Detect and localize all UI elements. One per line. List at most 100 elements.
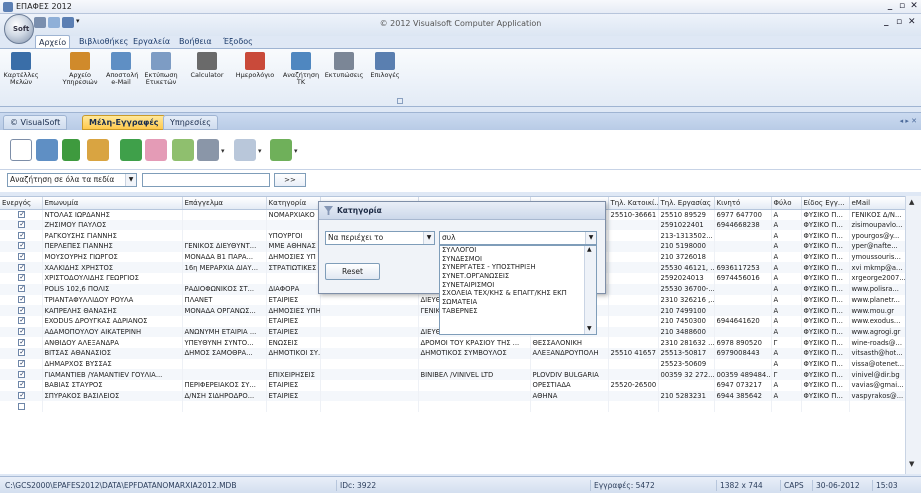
table-cell[interactable]: Α bbox=[771, 251, 802, 263]
table-cell[interactable]: 6979008443 bbox=[714, 347, 772, 359]
table-cell[interactable] bbox=[714, 294, 772, 306]
calculator-button[interactable]: Calculator bbox=[188, 52, 226, 79]
active-checkbox[interactable] bbox=[18, 305, 26, 315]
table-cell[interactable]: Α bbox=[771, 230, 802, 242]
table-cell[interactable]: ΔΗΜΟΣΙΕΣ ΥΠ bbox=[266, 251, 321, 263]
active-checkbox[interactable] bbox=[18, 316, 26, 325]
table-cell[interactable]: Α bbox=[771, 390, 802, 402]
table-cell[interactable]: ΔΙΑΦΟΡΑ bbox=[266, 283, 321, 295]
active-checkbox[interactable] bbox=[18, 230, 26, 240]
table-cell[interactable]: 6977 647700 bbox=[714, 209, 772, 220]
filter-value-input[interactable]: συλ ▼ bbox=[439, 231, 597, 245]
table-cell[interactable] bbox=[849, 401, 909, 413]
table-cell[interactable]: ΤΡΙΑΝΤΑΦΥΛΛΙΔΟΥ ΡΟΥΛΑ bbox=[42, 294, 183, 306]
table-cell[interactable]: ΣΤΡΑΤΙΩΤΙΚΕΣ bbox=[266, 262, 321, 274]
table-cell[interactable]: EXODUS ΔΡΟΥΓΚΑΣ ΑΔΡΙΑΝΟΣ bbox=[42, 315, 183, 327]
table-cell[interactable]: vavias@gmai... bbox=[849, 380, 909, 391]
table-cell[interactable]: ΡΑΓΚΟΥΣΗΣ ΓΙΑΝΝΗΣ bbox=[42, 230, 183, 242]
table-cell[interactable]: ΔΡΟΜΟΙ ΤΟΥ ΚΡΑΣΙΟΥ ΤΗΣ ... bbox=[418, 337, 531, 348]
active-checkbox-cell[interactable] bbox=[0, 241, 43, 252]
table-cell[interactable]: 6944 385642 bbox=[714, 390, 772, 402]
table-cell[interactable]: Δ/ΝΣΗ ΣΙΔΗΡΟΔΡΟ... bbox=[182, 390, 267, 402]
table-cell[interactable]: 210 7499100 bbox=[658, 305, 715, 316]
send-email-button[interactable]: Αποστολή e-Mail bbox=[106, 52, 138, 86]
scroll-down-icon[interactable]: ▼ bbox=[909, 460, 914, 468]
active-checkbox[interactable] bbox=[18, 262, 26, 272]
table-cell[interactable]: Α bbox=[771, 315, 802, 327]
table-cell[interactable] bbox=[320, 369, 419, 380]
active-checkbox-cell[interactable] bbox=[0, 262, 43, 274]
filter-operator-select[interactable]: Να περιέχει το ▼ bbox=[325, 231, 435, 245]
table-cell[interactable]: ΔΗΜΟΤΙΚΟΣ ΣΥΜΒΟΥΛΟΣ bbox=[418, 347, 531, 359]
table-cell[interactable] bbox=[714, 401, 772, 413]
table-cell[interactable] bbox=[182, 369, 267, 380]
table-cell[interactable] bbox=[771, 401, 802, 413]
table-cell[interactable]: 6936117253 bbox=[714, 262, 772, 274]
scroll-up-icon[interactable]: ▲ bbox=[909, 198, 914, 206]
tab-libraries[interactable]: Βιβλιοθήκες bbox=[76, 35, 131, 49]
table-cell[interactable] bbox=[266, 219, 321, 231]
active-checkbox[interactable] bbox=[18, 295, 26, 304]
active-checkbox[interactable] bbox=[18, 273, 26, 282]
table-cell[interactable]: 210 3726018 bbox=[658, 251, 715, 263]
table-cell[interactable]: ΜΟΥΣΟΥΡΗΣ ΓΙΩΡΓΟΣ bbox=[42, 251, 183, 263]
tab-tools[interactable]: Εργαλεία bbox=[130, 35, 173, 49]
table-cell[interactable] bbox=[608, 230, 659, 242]
table-cell[interactable]: ΦΥΣΙΚΟ Π... bbox=[801, 273, 850, 284]
table-cell[interactable]: Γ bbox=[771, 337, 802, 348]
table-cell[interactable]: ΑΝΩΝΥΜΗ ΕΤΑΙΡΙΑ ... bbox=[182, 326, 267, 338]
table-cell[interactable] bbox=[608, 358, 659, 370]
tab-members[interactable]: Μέλη-Εγγραφές bbox=[82, 115, 166, 130]
active-checkbox[interactable] bbox=[18, 402, 26, 410]
table-cell[interactable]: ΕΤΑΙΡΙΕΣ bbox=[266, 390, 321, 402]
table-cell[interactable]: Α bbox=[771, 219, 802, 231]
table-cell[interactable]: ΟΡΕΣΤΙΑΔΑ bbox=[530, 380, 609, 391]
table-cell[interactable]: 25510 41657 bbox=[608, 347, 659, 359]
spreadsheet-icon[interactable] bbox=[270, 139, 292, 161]
table-cell[interactable]: zisimoupavlo... bbox=[849, 219, 909, 231]
active-checkbox[interactable] bbox=[18, 348, 26, 357]
active-checkbox[interactable] bbox=[18, 380, 26, 389]
table-cell[interactable] bbox=[320, 326, 419, 338]
table-cell[interactable]: Α bbox=[771, 326, 802, 338]
column-header[interactable]: Τηλ. Κατοικί... bbox=[608, 197, 659, 210]
table-cell[interactable] bbox=[182, 315, 267, 327]
table-cell[interactable] bbox=[320, 315, 419, 327]
export-icon[interactable] bbox=[172, 139, 194, 161]
table-cell[interactable]: vissa@otenet... bbox=[849, 358, 909, 370]
active-checkbox-cell[interactable] bbox=[0, 251, 43, 263]
table-cell[interactable] bbox=[608, 273, 659, 284]
table-cell[interactable] bbox=[658, 401, 715, 413]
table-cell[interactable]: ΠΕΡΛΕΠΕΣ ΓΙΑΝΝΗΣ bbox=[42, 241, 183, 252]
table-cell[interactable]: 25530 46121, ... bbox=[658, 262, 715, 274]
tab-navigation-icon[interactable]: ◂ ▸ ✕ bbox=[900, 117, 917, 125]
table-cell[interactable]: ΕΤΑΙΡΙΕΣ bbox=[266, 380, 321, 391]
table-cell[interactable]: ΦΥΣΙΚΟ Π... bbox=[801, 337, 850, 348]
table-cell[interactable]: Α bbox=[771, 283, 802, 295]
table-cell[interactable] bbox=[608, 326, 659, 338]
members-card-button[interactable]: Καρτέλλες Μελών bbox=[1, 52, 41, 86]
table-cell[interactable] bbox=[714, 230, 772, 242]
scroll-down-icon[interactable]: ▼ bbox=[587, 325, 592, 332]
ok-check-icon[interactable] bbox=[62, 139, 80, 161]
table-cell[interactable]: ΑΘΗΝΑ bbox=[530, 390, 609, 402]
prints-button[interactable]: Εκτυπώσεις bbox=[322, 52, 366, 79]
active-checkbox[interactable] bbox=[18, 241, 26, 250]
table-cell[interactable] bbox=[182, 273, 267, 284]
tab-exit[interactable]: Έξοδος bbox=[220, 35, 256, 49]
table-cell[interactable]: ΦΥΣΙΚΟ Π... bbox=[801, 251, 850, 263]
postal-code-search-button[interactable]: Αναζήτηση ΤΚ bbox=[282, 52, 320, 86]
table-cell[interactable]: 210 5198000 bbox=[658, 241, 715, 252]
table-cell[interactable]: ΦΥΣΙΚΟ Π... bbox=[801, 326, 850, 338]
column-header[interactable]: Φύλο bbox=[771, 197, 802, 210]
reset-button[interactable]: Reset bbox=[325, 263, 380, 280]
inner-close-button[interactable]: ✕ bbox=[908, 17, 916, 27]
table-cell[interactable]: www.agrogi.gr bbox=[849, 326, 909, 338]
table-cell[interactable] bbox=[714, 251, 772, 263]
table-cell[interactable]: 210 5283231 bbox=[658, 390, 715, 402]
table-cell[interactable]: ΦΥΣΙΚΟ Π... bbox=[801, 380, 850, 391]
table-row[interactable]: ΒΙΤΣΑΣ ΑΘΑΝΑΣΙΟΣΔΗΜΟΣ ΣΑΜΟΘΡΑ...ΔΗΜΟΤΙΚΟ… bbox=[0, 347, 909, 359]
table-cell[interactable] bbox=[320, 390, 419, 402]
table-cell[interactable] bbox=[182, 219, 267, 231]
chevron-down-icon[interactable]: ▼ bbox=[125, 174, 136, 186]
